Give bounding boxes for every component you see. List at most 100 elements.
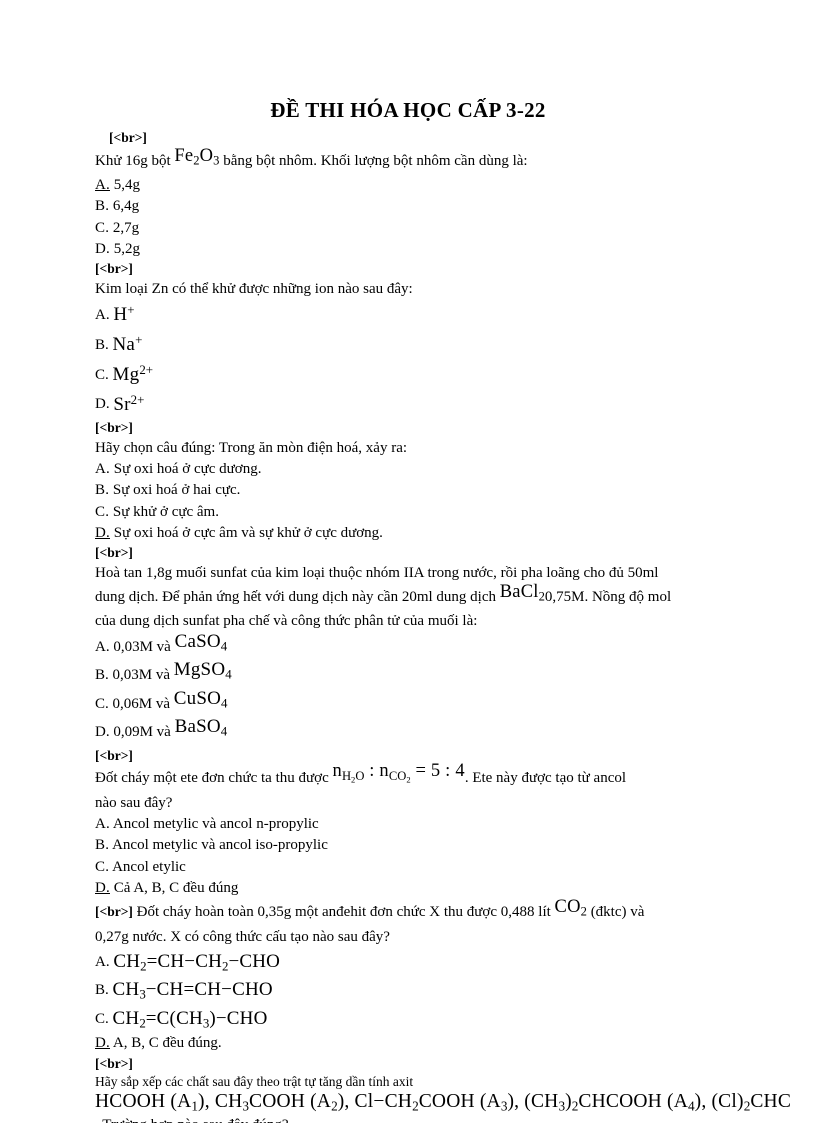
question-6-option-b[interactable]: B. CH3−CH=CH−CHO xyxy=(95,976,816,1005)
option-letter: D. xyxy=(95,1035,110,1052)
option-text: 5,4g xyxy=(113,177,140,194)
question-5-option-c[interactable]: C. Ancol etylic xyxy=(95,857,816,878)
option-letter: D. xyxy=(95,724,110,741)
question-2-option-d[interactable]: D. Sr2+ xyxy=(95,389,816,419)
question-2-stem: Kim loại Zn có thể khử được những ion nà… xyxy=(95,281,413,297)
option-letter: A. xyxy=(95,953,110,970)
formula-h-plus: H+ xyxy=(113,302,135,326)
option-letter: B. xyxy=(95,837,110,854)
option-letter: B. xyxy=(95,482,110,499)
document-content: ĐỀ THI HÓA HỌC CẤP 3-22 [<br>] Khử 16g b… xyxy=(95,98,816,1123)
question-1-option-d[interactable]: D. 5,2g xyxy=(95,239,816,260)
option-letter: B. xyxy=(95,337,109,354)
question-5-option-d[interactable]: D. Cả A, B, C đều đúng xyxy=(95,878,816,899)
question-3-option-c[interactable]: C. Sự khử ở cực âm. xyxy=(95,502,816,523)
question-7-stem: Hãy sắp xếp các chất sau đây theo trật t… xyxy=(95,1074,414,1090)
br-marker: [<br>] xyxy=(95,420,133,436)
formula-ch2-c-ch3-cho: CH2=C(CH3)−CHO xyxy=(112,1007,268,1031)
option-text: 6,4g xyxy=(112,198,140,215)
option-text: 0,03M và xyxy=(112,667,171,684)
question-4-option-d[interactable]: D. 0,09M và BaSO4 xyxy=(95,716,816,747)
question-4-option-b[interactable]: B. 0,03M và MgSO4 xyxy=(95,659,816,690)
question-1-stem-pre: Khử 16g bột xyxy=(95,152,175,169)
formula-mgso4: MgSO4 xyxy=(173,659,232,682)
option-letter: D. xyxy=(95,524,110,541)
formula-cuso4: CuSO4 xyxy=(173,687,228,711)
option-text: A, B, C đều đúng. xyxy=(112,1035,222,1052)
option-text: Ancol etylic xyxy=(112,858,186,875)
question-7-acid-series: HCOOH (A1), CH3COOH (A2), Cl−CH2COOH (A3… xyxy=(95,1091,816,1115)
option-letter: C. xyxy=(95,503,110,520)
option-text: 2,7g xyxy=(112,219,140,236)
option-letter: A. xyxy=(95,816,110,833)
option-text: Ancol metylic và ancol n-propylic xyxy=(112,816,319,833)
option-letter: D. xyxy=(95,241,110,258)
question-2-option-c[interactable]: C. Mg2+ xyxy=(95,360,816,390)
question-1-stem-post: bằng bột nhôm. Khối lượng bột nhôm cần d… xyxy=(219,152,528,169)
formula-ch3-ch-ch-cho: CH3−CH=CH−CHO xyxy=(112,979,273,1003)
option-letter: D. xyxy=(95,396,110,413)
option-text: 0,09M và xyxy=(113,724,171,741)
question-1-stem: Khử 16g bột Fe2O3 bằng bột nhôm. Khối lư… xyxy=(95,145,721,175)
option-letter: C. xyxy=(95,219,110,236)
option-text: Sự oxi hoá ở hai cực. xyxy=(112,482,241,499)
formula-ch2-ch-ch2-cho: CH2=CH−CH2−CHO xyxy=(113,950,281,974)
question-5-stem-post: . Ete này được tạo từ ancol xyxy=(464,770,627,787)
option-letter: C. xyxy=(95,366,109,383)
option-letter: C. xyxy=(95,695,109,712)
option-letter: C. xyxy=(95,1010,109,1027)
option-letter: B. xyxy=(95,198,110,215)
question-3-stem: Hãy chọn câu đúng: Trong ăn mòn điện hoá… xyxy=(95,439,408,456)
question-5-stem-line1: Đốt cháy một ete đơn chức ta thu được nH… xyxy=(95,761,721,792)
option-letter: C. xyxy=(95,858,110,875)
question-4-stem-line2-post: 0,75M. Nồng độ mol xyxy=(544,589,672,606)
option-text: Sự khử ở cực âm. xyxy=(112,503,219,520)
option-letter: B. xyxy=(95,667,109,684)
option-text: Sự oxi hoá ở cực âm và sự khử ở cực dươn… xyxy=(113,524,383,541)
question-6-stem-line1: [<br>] Đốt cháy hoàn toàn 0,35g một anđe… xyxy=(95,897,721,926)
option-text: 0,06M và xyxy=(112,695,171,712)
question-6-option-d[interactable]: D. A, B, C đều đúng. xyxy=(95,1033,816,1054)
formula-sr-2plus: Sr2+ xyxy=(113,391,145,415)
question-6-stem-line2: 0,27g nước. X có công thức cấu tạo nào s… xyxy=(95,928,390,945)
option-text: Sự oxi hoá ở cực dương. xyxy=(113,460,262,477)
option-text: Cả A, B, C đều đúng xyxy=(113,879,239,896)
formula-acid-series: HCOOH (A1), CH3COOH (A2), Cl−CH2COOH (A3… xyxy=(95,1090,792,1114)
option-letter: D. xyxy=(95,879,110,896)
question-5-stem-line2: nào sau đây? xyxy=(95,794,173,811)
question-1-option-a[interactable]: A. 5,4g xyxy=(95,175,816,196)
question-3-option-b[interactable]: B. Sự oxi hoá ở hai cực. xyxy=(95,480,816,501)
formula-fe2o3: Fe2O3 xyxy=(174,145,220,168)
question-4-option-a[interactable]: A. 0,03M và CaSO4 xyxy=(95,631,816,662)
question-6-stem-post: (đktc) và xyxy=(586,904,645,921)
formula-co2: CO2 xyxy=(554,897,587,919)
question-6-option-a[interactable]: A. CH2=CH−CH2−CHO xyxy=(95,948,816,977)
question-4-stem-line2-pre: dung dịch. Để phản ứng hết với dung dịch… xyxy=(95,589,500,606)
option-letter: A. xyxy=(95,638,110,655)
formula-mg-2plus: Mg2+ xyxy=(112,361,154,385)
br-marker: [<br>] xyxy=(95,1055,133,1071)
option-letter: A. xyxy=(95,177,110,194)
question-5-stem-pre: Đốt cháy một ete đơn chức ta thu được xyxy=(95,770,333,787)
question-5-option-a[interactable]: A. Ancol metylic và ancol n-propylic xyxy=(95,814,816,835)
question-1-option-b[interactable]: B. 6,4g xyxy=(95,196,816,217)
formula-ratio-h2o-co2: nH2O : nCO2 = 5 : 4 xyxy=(332,761,465,785)
question-4-stem-line2: dung dịch. Để phản ứng hết với dung dịch… xyxy=(95,582,721,611)
question-4-option-c[interactable]: C. 0,06M và CuSO4 xyxy=(95,687,816,719)
question-5-option-b[interactable]: B. Ancol metylic và ancol iso-propylic xyxy=(95,835,816,856)
question-2-option-b[interactable]: B. Na+ xyxy=(95,330,816,360)
option-letter: A. xyxy=(95,307,110,324)
question-4-stem-line1: Hoà tan 1,8g muối sunfat của kim loại th… xyxy=(95,564,659,581)
question-2-option-a[interactable]: A. H+ xyxy=(95,300,816,330)
question-6-option-c[interactable]: C. CH2=C(CH3)−CHO xyxy=(95,1005,816,1034)
question-1-option-c[interactable]: C. 2,7g xyxy=(95,218,816,239)
question-3-option-a[interactable]: A. Sự oxi hoá ở cực dương. xyxy=(95,459,816,480)
br-marker: [<br>] xyxy=(95,904,133,920)
question-3-option-d[interactable]: D. Sự oxi hoá ở cực âm và sự khử ở cực d… xyxy=(95,523,816,544)
page-title: ĐỀ THI HÓA HỌC CẤP 3-22 xyxy=(270,98,546,122)
br-marker: [<br>] xyxy=(95,545,133,561)
formula-na-plus: Na+ xyxy=(112,331,143,356)
br-marker: [<br>] xyxy=(95,261,133,277)
option-text: 0,03M và xyxy=(113,638,171,655)
document-page: ĐỀ THI HÓA HỌC CẤP 3-22 [<br>] Khử 16g b… xyxy=(0,0,816,1123)
